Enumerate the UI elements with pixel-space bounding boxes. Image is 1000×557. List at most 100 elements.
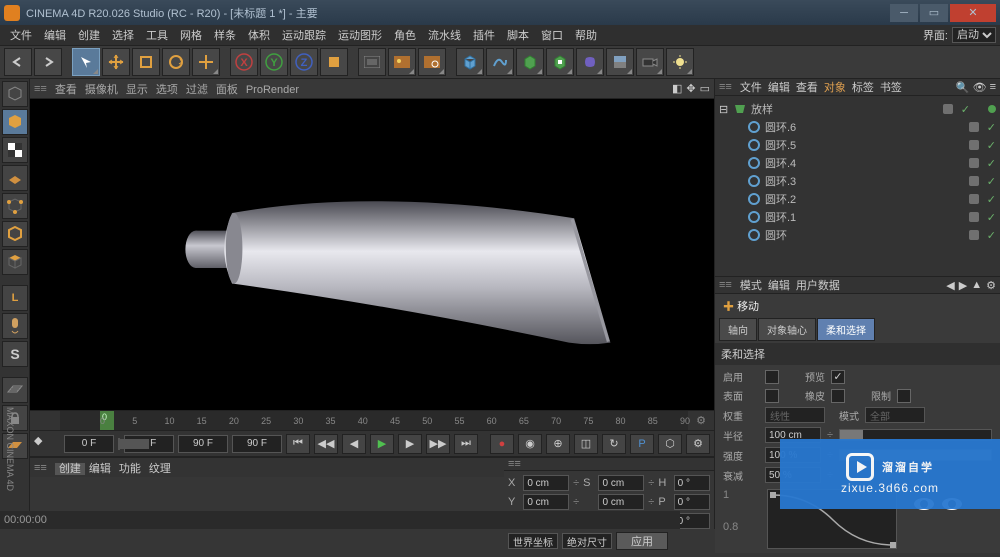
material-tab-功能[interactable]: 功能	[115, 463, 145, 475]
attr-fwd-icon[interactable]: ▶	[959, 279, 967, 292]
render-picture-button[interactable]	[388, 48, 416, 76]
rotate-tool[interactable]	[162, 48, 190, 76]
surface-checkbox[interactable]	[765, 389, 779, 403]
autokey-button[interactable]: ◉	[518, 434, 542, 454]
minimize-button[interactable]: ─	[890, 4, 918, 22]
timeline-ruler[interactable]: 0 051015202530354045505560657075808590 ⚙	[30, 410, 714, 430]
range-end-field[interactable]: 90 F	[178, 435, 228, 453]
objmgr-tab-文件[interactable]: 文件	[740, 82, 762, 94]
viewport[interactable]	[30, 99, 714, 410]
select-tool[interactable]	[72, 48, 100, 76]
object-name[interactable]: 圆环.5	[765, 137, 963, 153]
objmgr-tab-查看[interactable]: 查看	[796, 82, 818, 94]
enable-check-icon[interactable]: ✓	[987, 175, 996, 188]
texture-mode-button[interactable]	[2, 137, 28, 163]
layer-dot[interactable]	[969, 140, 979, 150]
objmgr-tab-编辑[interactable]: 编辑	[768, 82, 790, 94]
viewtab-查看[interactable]: 查看	[55, 84, 77, 96]
material-tab-纹理[interactable]: 纹理	[145, 463, 175, 475]
visibility-dot[interactable]	[988, 105, 996, 113]
tree-item[interactable]: 圆环.6 ✓	[719, 118, 996, 136]
layer-dot[interactable]	[969, 212, 979, 222]
enable-check-icon[interactable]: ✓	[987, 193, 996, 206]
workplane-button[interactable]	[2, 165, 28, 191]
object-name[interactable]: 圆环.4	[765, 155, 963, 171]
viewtab-面板[interactable]: 面板	[216, 84, 238, 96]
y-pos-field[interactable]: 0 cm	[523, 494, 569, 510]
tree-item[interactable]: 圆环.4✓	[719, 154, 996, 172]
light-button[interactable]	[666, 48, 694, 76]
layer-dot[interactable]	[943, 104, 953, 114]
menu-窗口[interactable]: 窗口	[535, 25, 569, 45]
flat-icon[interactable]: ≡	[990, 81, 996, 94]
key-scale-button[interactable]: ◫	[574, 434, 598, 454]
material-tab-创建[interactable]: 创建	[55, 463, 85, 475]
tree-item[interactable]: 圆环.3✓	[719, 172, 996, 190]
menu-工具[interactable]: 工具	[140, 25, 174, 45]
objmgr-tab-标签[interactable]: 标签	[852, 82, 874, 94]
layer-dot[interactable]	[969, 194, 979, 204]
recent-tool[interactable]	[192, 48, 220, 76]
spline-primitive[interactable]	[486, 48, 514, 76]
p-rot-field[interactable]: 0 °	[674, 494, 710, 510]
generator2-button[interactable]	[546, 48, 574, 76]
close-button[interactable]: ✕	[950, 4, 996, 22]
attrmgr-tab-用户数据[interactable]: 用户数据	[796, 280, 840, 292]
timeline-menu-icon[interactable]: ⚙	[696, 414, 706, 427]
undo-button[interactable]	[4, 48, 32, 76]
attr-up-icon[interactable]: ▲	[971, 279, 982, 292]
enable-check-icon[interactable]: ✓	[987, 121, 996, 134]
attr-menu-icon[interactable]: ⚙	[986, 279, 996, 292]
view-config-icon[interactable]: ◧	[672, 82, 682, 95]
keyframe-button[interactable]: ◆	[34, 434, 58, 454]
next-frame-button[interactable]: ▶	[398, 434, 422, 454]
enable-check-icon[interactable]: ✓	[961, 103, 970, 116]
object-name[interactable]: 圆环.1	[765, 209, 963, 225]
key-options-button[interactable]: ⚙	[686, 434, 710, 454]
x-pos-field[interactable]: 0 cm	[523, 475, 569, 491]
render-view-button[interactable]	[358, 48, 386, 76]
layer-dot[interactable]	[969, 122, 979, 132]
attrmgr-tab-模式[interactable]: 模式	[740, 280, 762, 292]
soft-mode-select[interactable]: 全部	[865, 407, 925, 423]
snap-button[interactable]: S	[2, 341, 28, 367]
range-start-field[interactable]: 0 F	[64, 435, 114, 453]
attr-back-icon[interactable]: ◀	[946, 279, 954, 292]
polygon-mode-button[interactable]	[2, 249, 28, 275]
coord-system[interactable]	[320, 48, 348, 76]
object-name[interactable]: 圆环.2	[765, 191, 963, 207]
search-icon[interactable]: 🔍	[956, 81, 970, 94]
enable-check-icon[interactable]: ✓	[987, 211, 996, 224]
layer-dot[interactable]	[969, 230, 979, 240]
layer-dot[interactable]	[969, 158, 979, 168]
viewtab-显示[interactable]: 显示	[126, 84, 148, 96]
y-size-field[interactable]: 0 cm	[598, 494, 644, 510]
environment-button[interactable]	[606, 48, 634, 76]
enable-check-icon[interactable]: ✓	[987, 139, 996, 152]
scale-tool[interactable]	[132, 48, 160, 76]
point-mode-button[interactable]	[2, 193, 28, 219]
tree-item[interactable]: 圆环.5 ✓	[719, 136, 996, 154]
limit-checkbox[interactable]	[897, 389, 911, 403]
viewtab-摄像机[interactable]: 摄像机	[85, 84, 118, 96]
object-name[interactable]: 放样	[751, 101, 937, 117]
enable-check-icon[interactable]: ✓	[987, 229, 996, 242]
move-tool[interactable]	[102, 48, 130, 76]
goto-start-button[interactable]: ⏮	[286, 434, 310, 454]
viewtab-过滤[interactable]: 过滤	[186, 84, 208, 96]
project-end-field[interactable]: 90 F	[232, 435, 282, 453]
menu-运动图形[interactable]: 运动图形	[332, 25, 388, 45]
viewtab-选项[interactable]: 选项	[156, 84, 178, 96]
play-button[interactable]: ▶	[370, 434, 394, 454]
cube-primitive[interactable]	[456, 48, 484, 76]
coord-mode-select[interactable]: 世界坐标	[508, 533, 558, 549]
object-name[interactable]: 圆环	[765, 227, 963, 243]
prev-frame-button[interactable]: ◀	[342, 434, 366, 454]
goto-end-button[interactable]: ⏭	[454, 434, 478, 454]
object-name[interactable]: 圆环.6	[765, 119, 963, 135]
menu-角色[interactable]: 角色	[388, 25, 422, 45]
edge-mode-button[interactable]	[2, 221, 28, 247]
menu-脚本[interactable]: 脚本	[501, 25, 535, 45]
axis-tab-0[interactable]: 轴向	[719, 318, 757, 341]
z-axis-lock[interactable]: Z	[290, 48, 318, 76]
